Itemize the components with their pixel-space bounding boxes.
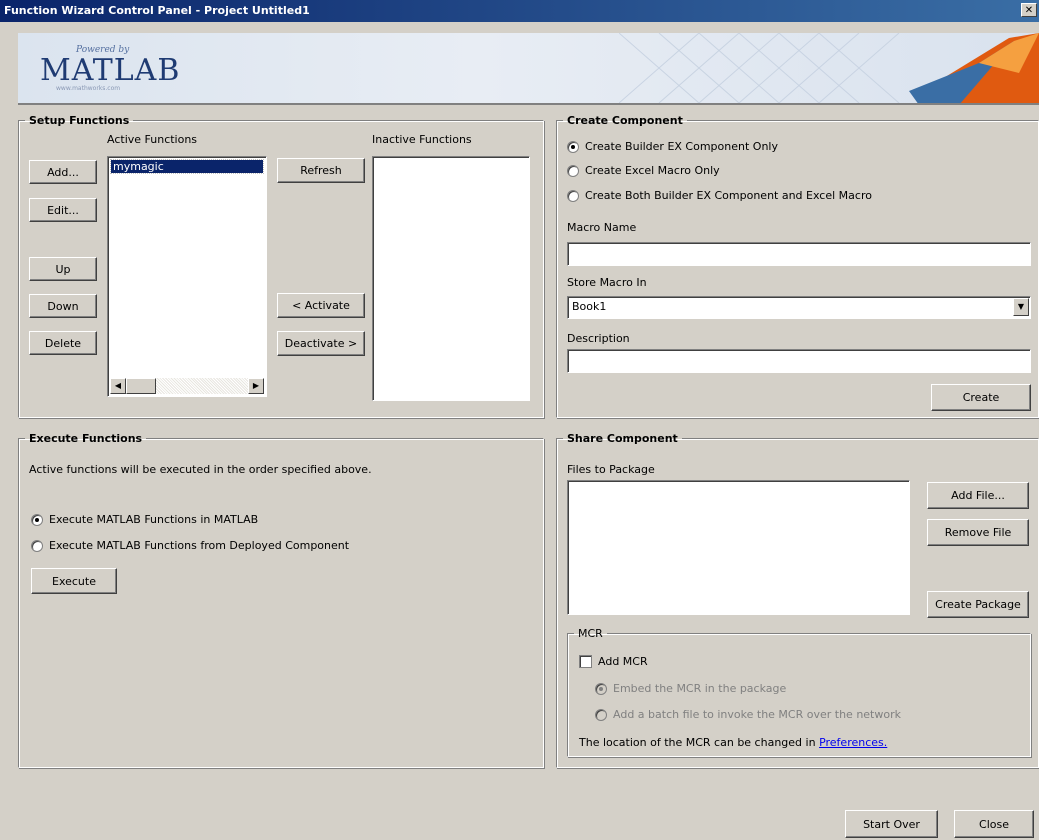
radio-dot[interactable] (31, 539, 43, 552)
radio-dot[interactable] (595, 708, 607, 721)
files-to-package-label: Files to Package (567, 463, 655, 476)
radio-dot[interactable] (595, 682, 607, 695)
share-component-legend: Share Component (567, 432, 678, 445)
radio-excel-macro-only[interactable]: Create Excel Macro Only (567, 164, 720, 177)
files-to-package-list[interactable] (567, 480, 910, 615)
active-functions-list[interactable]: mymagic ◀ ▶ (107, 156, 267, 397)
radio-embed-mcr[interactable]: Embed the MCR in the package (595, 682, 786, 695)
description-input[interactable] (567, 349, 1031, 373)
delete-function-button[interactable]: Delete (29, 331, 97, 355)
mcr-location-label: The location of the MCR can be changed i… (579, 736, 816, 749)
close-window-icon[interactable]: ✕ (1021, 3, 1037, 17)
create-package-button[interactable]: Create Package (927, 591, 1029, 618)
start-over-button[interactable]: Start Over (845, 810, 938, 838)
radio-label: Add a batch file to invoke the MCR over … (613, 708, 901, 721)
mcr-legend: MCR (578, 627, 603, 640)
store-macro-select[interactable]: Book1 ▼ (567, 296, 1031, 319)
macro-name-label: Macro Name (567, 221, 637, 234)
preferences-link[interactable]: Preferences. (819, 736, 887, 749)
radio-label: Create Excel Macro Only (585, 164, 720, 177)
close-button[interactable]: Close (954, 810, 1034, 838)
radio-label: Create Both Builder EX Component and Exc… (585, 189, 872, 202)
macro-name-input[interactable] (567, 242, 1031, 266)
checkbox-box[interactable] (579, 655, 592, 668)
add-function-button[interactable]: Add... (29, 160, 97, 184)
radio-builder-ex-only[interactable]: Create Builder EX Component Only (567, 140, 778, 153)
scroll-left-icon[interactable]: ◀ (110, 378, 126, 394)
radio-execute-deployed[interactable]: Execute MATLAB Functions from Deployed C… (31, 539, 349, 552)
list-item-mymagic[interactable]: mymagic (110, 159, 264, 174)
add-mcr-label: Add MCR (598, 655, 648, 668)
create-component-legend: Create Component (567, 114, 683, 127)
edit-function-button[interactable]: Edit... (29, 198, 97, 222)
create-button[interactable]: Create (931, 384, 1031, 411)
radio-dot[interactable] (31, 513, 43, 526)
execute-functions-legend: Execute Functions (29, 432, 143, 445)
execute-note: Active functions will be executed in the… (29, 463, 372, 476)
store-macro-label: Store Macro In (567, 276, 647, 289)
setup-functions-legend: Setup Functions (29, 114, 130, 127)
scroll-right-icon[interactable]: ▶ (248, 378, 264, 394)
radio-label: Create Builder EX Component Only (585, 140, 778, 153)
inactive-functions-label: Inactive Functions (372, 133, 472, 146)
execute-button[interactable]: Execute (31, 568, 117, 594)
radio-label: Execute MATLAB Functions in MATLAB (49, 513, 259, 526)
chevron-down-icon[interactable]: ▼ (1013, 298, 1029, 316)
radio-dot[interactable] (567, 164, 579, 177)
description-label: Description (567, 332, 630, 345)
execute-functions-group: Execute Functions (18, 432, 544, 768)
store-macro-value: Book1 (572, 300, 607, 313)
radio-dot[interactable] (567, 140, 579, 153)
mathworks-site-text: www.mathworks.com (56, 85, 121, 92)
scroll-thumb[interactable] (126, 378, 156, 394)
radio-both[interactable]: Create Both Builder EX Component and Exc… (567, 189, 872, 202)
add-file-button[interactable]: Add File... (927, 482, 1029, 509)
active-list-scrollbar[interactable]: ◀ ▶ (110, 378, 264, 394)
window-title: Function Wizard Control Panel - Project … (4, 4, 310, 17)
radio-label: Embed the MCR in the package (613, 682, 787, 695)
mcr-location-text: The location of the MCR can be changed i… (579, 736, 887, 749)
radio-label: Execute MATLAB Functions from Deployed C… (49, 539, 350, 552)
radio-batch-file-mcr[interactable]: Add a batch file to invoke the MCR over … (595, 708, 901, 721)
active-functions-label: Active Functions (107, 133, 198, 146)
activate-button[interactable]: < Activate (277, 293, 365, 318)
refresh-button[interactable]: Refresh (277, 158, 365, 183)
matlab-banner: Powered by MATLAB www.mathworks.com (18, 33, 1039, 105)
deactivate-button[interactable]: Deactivate > (277, 331, 365, 356)
move-down-button[interactable]: Down (29, 294, 97, 318)
radio-dot[interactable] (567, 189, 579, 202)
remove-file-button[interactable]: Remove File (927, 519, 1029, 546)
banner-graphic-icon (619, 33, 1039, 103)
add-mcr-checkbox[interactable]: Add MCR (579, 655, 648, 668)
radio-execute-in-matlab[interactable]: Execute MATLAB Functions in MATLAB (31, 513, 258, 526)
matlab-logo: MATLAB (40, 53, 181, 88)
inactive-functions-list[interactable] (372, 156, 530, 401)
move-up-button[interactable]: Up (29, 257, 97, 281)
window-title-bar: Function Wizard Control Panel - Project … (0, 0, 1039, 22)
